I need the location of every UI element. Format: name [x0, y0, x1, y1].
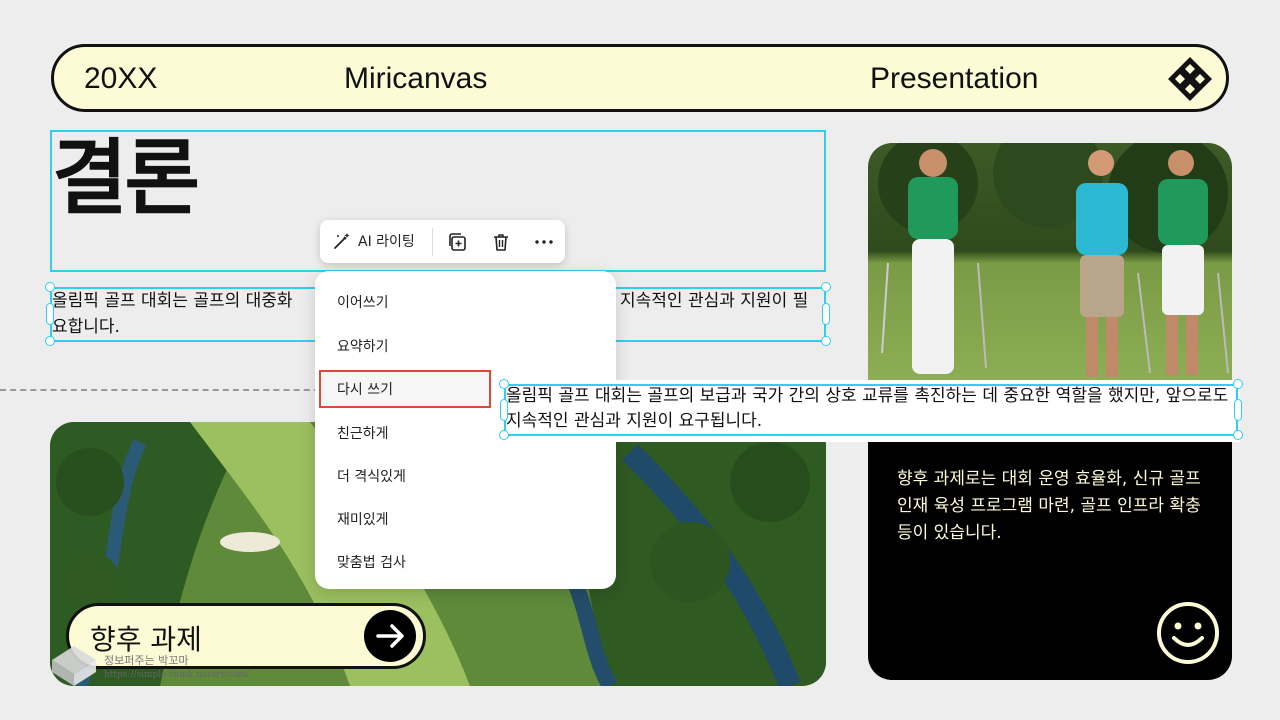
watermark-name: 정보퍼주는 박꼬마 — [104, 654, 189, 667]
menu-item-formal[interactable]: 더 격식있게 — [337, 466, 406, 486]
menu-item-friendly[interactable]: 친근하게 — [337, 423, 389, 443]
menu-item-continue[interactable]: 이어쓰기 — [337, 292, 389, 312]
resize-handle[interactable] — [821, 282, 831, 292]
header-label: Presentation — [870, 62, 1039, 95]
side-handle[interactable] — [500, 399, 508, 421]
side-handle[interactable] — [822, 303, 830, 325]
watermark-logo — [52, 646, 96, 686]
menu-item-summarize[interactable]: 요약하기 — [337, 336, 389, 356]
magic-wand-icon — [334, 233, 350, 249]
card-text[interactable]: 향후 과제로는 대회 운영 효율화, 신규 골프 인재 육성 프로그램 마련, … — [897, 466, 1217, 547]
diamond-grid-icon — [1168, 57, 1212, 101]
header-brand: Miricanvas — [344, 62, 488, 95]
arrow-right-icon[interactable] — [364, 610, 416, 662]
resize-handle[interactable] — [45, 336, 55, 346]
side-handle[interactable] — [46, 303, 54, 325]
body-text-right: 지속적인 관심과 지원이 필 — [620, 291, 809, 311]
more-icon[interactable] — [533, 231, 555, 253]
header-year: 20XX — [84, 62, 158, 95]
watermark-url: https://simple-think.tistory.com/ — [104, 670, 250, 680]
menu-item-rewrite-label: 다시 쓰기 — [337, 382, 393, 398]
body-text-line2: 요합니다. — [52, 317, 120, 337]
duplicate-icon[interactable] — [446, 231, 468, 253]
menu-item-fun[interactable]: 재미있게 — [337, 509, 389, 529]
divider — [0, 389, 330, 391]
body-text-left: 올림픽 골프 대회는 골프의 대중화 — [52, 291, 293, 311]
trash-icon[interactable] — [490, 231, 512, 253]
resize-handle[interactable] — [45, 282, 55, 292]
resize-handle[interactable] — [499, 379, 509, 389]
golfers-photo[interactable] — [868, 143, 1232, 383]
side-handle[interactable] — [1234, 399, 1242, 421]
menu-item-rewrite[interactable]: 다시 쓰기 — [319, 370, 491, 408]
resize-handle[interactable] — [821, 336, 831, 346]
slide-title[interactable]: 결론 — [52, 138, 200, 220]
smiley-icon — [1157, 602, 1219, 664]
resize-handle[interactable] — [1233, 430, 1243, 440]
floating-toolbar: AI 라이팅 — [320, 220, 565, 263]
menu-item-spellcheck[interactable]: 맞춤법 검사 — [337, 552, 406, 572]
toolbar-divider — [432, 228, 433, 256]
header-bar: 20XX Miricanvas Presentation — [51, 44, 1229, 112]
ai-writing-button[interactable]: AI 라이팅 — [332, 231, 415, 251]
resize-handle[interactable] — [1233, 379, 1243, 389]
rewrite-preview-text[interactable]: 올림픽 골프 대회는 골프의 보급과 국가 간의 상호 교류를 촉진하는 데 중… — [506, 384, 1236, 434]
ai-writing-label: AI 라이팅 — [358, 234, 415, 250]
resize-handle[interactable] — [499, 430, 509, 440]
